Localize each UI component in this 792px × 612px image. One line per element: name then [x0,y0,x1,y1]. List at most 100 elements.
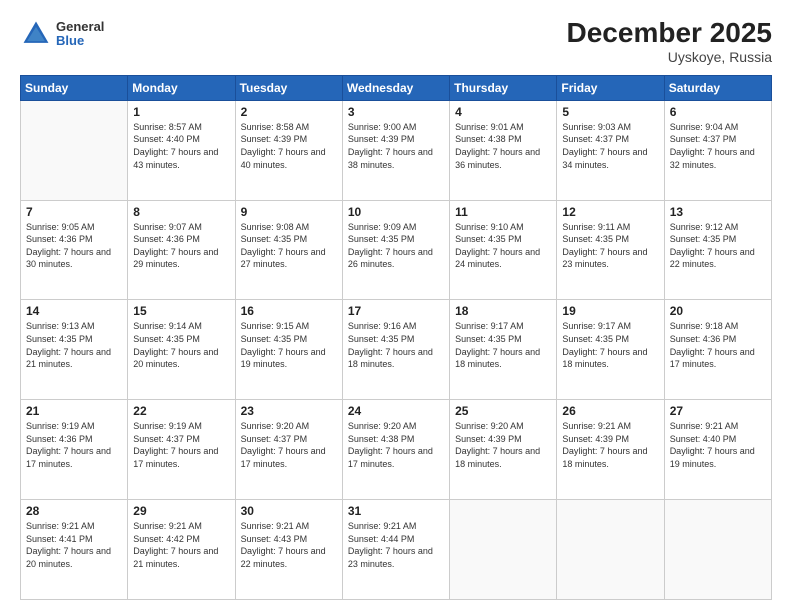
day-number: 16 [241,304,337,318]
calendar-cell [664,500,771,600]
calendar-week-row: 28 Sunrise: 9:21 AM Sunset: 4:41 PM Dayl… [21,500,772,600]
calendar-cell: 14 Sunrise: 9:13 AM Sunset: 4:35 PM Dayl… [21,300,128,400]
day-info: Sunrise: 9:00 AM Sunset: 4:39 PM Dayligh… [348,121,444,171]
calendar-cell: 17 Sunrise: 9:16 AM Sunset: 4:35 PM Dayl… [342,300,449,400]
day-info: Sunrise: 9:11 AM Sunset: 4:35 PM Dayligh… [562,221,658,271]
day-info: Sunrise: 9:18 AM Sunset: 4:36 PM Dayligh… [670,320,766,370]
weekday-header-row: SundayMondayTuesdayWednesdayThursdayFrid… [21,75,772,100]
day-info: Sunrise: 9:17 AM Sunset: 4:35 PM Dayligh… [455,320,551,370]
calendar-cell: 10 Sunrise: 9:09 AM Sunset: 4:35 PM Dayl… [342,200,449,300]
day-info: Sunrise: 9:14 AM Sunset: 4:35 PM Dayligh… [133,320,229,370]
calendar-cell: 22 Sunrise: 9:19 AM Sunset: 4:37 PM Dayl… [128,400,235,500]
calendar-cell: 23 Sunrise: 9:20 AM Sunset: 4:37 PM Dayl… [235,400,342,500]
day-info: Sunrise: 9:21 AM Sunset: 4:39 PM Dayligh… [562,420,658,470]
weekday-header-saturday: Saturday [664,75,771,100]
calendar-cell: 16 Sunrise: 9:15 AM Sunset: 4:35 PM Dayl… [235,300,342,400]
page-subtitle: Uyskoye, Russia [567,49,772,65]
day-number: 6 [670,105,766,119]
day-info: Sunrise: 9:20 AM Sunset: 4:39 PM Dayligh… [455,420,551,470]
calendar-cell: 21 Sunrise: 9:19 AM Sunset: 4:36 PM Dayl… [21,400,128,500]
day-info: Sunrise: 9:20 AM Sunset: 4:38 PM Dayligh… [348,420,444,470]
calendar-cell: 11 Sunrise: 9:10 AM Sunset: 4:35 PM Dayl… [450,200,557,300]
day-number: 10 [348,205,444,219]
day-number: 7 [26,205,122,219]
calendar-cell: 5 Sunrise: 9:03 AM Sunset: 4:37 PM Dayli… [557,100,664,200]
day-number: 1 [133,105,229,119]
logo-general: General [56,20,104,34]
day-info: Sunrise: 9:21 AM Sunset: 4:42 PM Dayligh… [133,520,229,570]
calendar-cell: 4 Sunrise: 9:01 AM Sunset: 4:38 PM Dayli… [450,100,557,200]
logo-icon [20,18,52,50]
day-info: Sunrise: 9:05 AM Sunset: 4:36 PM Dayligh… [26,221,122,271]
calendar-week-row: 14 Sunrise: 9:13 AM Sunset: 4:35 PM Dayl… [21,300,772,400]
day-number: 15 [133,304,229,318]
day-number: 20 [670,304,766,318]
day-number: 31 [348,504,444,518]
calendar-cell [557,500,664,600]
day-number: 5 [562,105,658,119]
day-info: Sunrise: 9:17 AM Sunset: 4:35 PM Dayligh… [562,320,658,370]
day-info: Sunrise: 9:10 AM Sunset: 4:35 PM Dayligh… [455,221,551,271]
day-info: Sunrise: 9:04 AM Sunset: 4:37 PM Dayligh… [670,121,766,171]
day-number: 8 [133,205,229,219]
day-info: Sunrise: 9:08 AM Sunset: 4:35 PM Dayligh… [241,221,337,271]
day-number: 12 [562,205,658,219]
day-info: Sunrise: 9:03 AM Sunset: 4:37 PM Dayligh… [562,121,658,171]
calendar-table: SundayMondayTuesdayWednesdayThursdayFrid… [20,75,772,600]
calendar-cell: 8 Sunrise: 9:07 AM Sunset: 4:36 PM Dayli… [128,200,235,300]
day-number: 3 [348,105,444,119]
weekday-header-monday: Monday [128,75,235,100]
calendar-cell: 12 Sunrise: 9:11 AM Sunset: 4:35 PM Dayl… [557,200,664,300]
calendar-cell: 28 Sunrise: 9:21 AM Sunset: 4:41 PM Dayl… [21,500,128,600]
weekday-header-tuesday: Tuesday [235,75,342,100]
day-info: Sunrise: 9:19 AM Sunset: 4:37 PM Dayligh… [133,420,229,470]
logo: General Blue [20,18,104,50]
calendar-header: SundayMondayTuesdayWednesdayThursdayFrid… [21,75,772,100]
calendar-cell: 3 Sunrise: 9:00 AM Sunset: 4:39 PM Dayli… [342,100,449,200]
calendar-week-row: 1 Sunrise: 8:57 AM Sunset: 4:40 PM Dayli… [21,100,772,200]
calendar-cell: 20 Sunrise: 9:18 AM Sunset: 4:36 PM Dayl… [664,300,771,400]
day-info: Sunrise: 9:19 AM Sunset: 4:36 PM Dayligh… [26,420,122,470]
header: General Blue December 2025 Uyskoye, Russ… [20,18,772,65]
day-number: 13 [670,205,766,219]
day-info: Sunrise: 9:13 AM Sunset: 4:35 PM Dayligh… [26,320,122,370]
weekday-header-sunday: Sunday [21,75,128,100]
weekday-header-thursday: Thursday [450,75,557,100]
day-number: 18 [455,304,551,318]
day-info: Sunrise: 9:20 AM Sunset: 4:37 PM Dayligh… [241,420,337,470]
day-number: 29 [133,504,229,518]
day-number: 19 [562,304,658,318]
calendar-cell: 30 Sunrise: 9:21 AM Sunset: 4:43 PM Dayl… [235,500,342,600]
day-info: Sunrise: 9:21 AM Sunset: 4:41 PM Dayligh… [26,520,122,570]
day-info: Sunrise: 8:57 AM Sunset: 4:40 PM Dayligh… [133,121,229,171]
day-info: Sunrise: 9:16 AM Sunset: 4:35 PM Dayligh… [348,320,444,370]
logo-text: General Blue [56,20,104,49]
day-number: 17 [348,304,444,318]
day-number: 11 [455,205,551,219]
day-info: Sunrise: 8:58 AM Sunset: 4:39 PM Dayligh… [241,121,337,171]
calendar-cell: 2 Sunrise: 8:58 AM Sunset: 4:39 PM Dayli… [235,100,342,200]
day-number: 26 [562,404,658,418]
calendar-cell: 7 Sunrise: 9:05 AM Sunset: 4:36 PM Dayli… [21,200,128,300]
day-info: Sunrise: 9:01 AM Sunset: 4:38 PM Dayligh… [455,121,551,171]
calendar-cell: 24 Sunrise: 9:20 AM Sunset: 4:38 PM Dayl… [342,400,449,500]
calendar-body: 1 Sunrise: 8:57 AM Sunset: 4:40 PM Dayli… [21,100,772,599]
weekday-header-friday: Friday [557,75,664,100]
day-number: 9 [241,205,337,219]
day-number: 22 [133,404,229,418]
day-info: Sunrise: 9:09 AM Sunset: 4:35 PM Dayligh… [348,221,444,271]
calendar-cell: 25 Sunrise: 9:20 AM Sunset: 4:39 PM Dayl… [450,400,557,500]
day-number: 28 [26,504,122,518]
day-info: Sunrise: 9:21 AM Sunset: 4:44 PM Dayligh… [348,520,444,570]
calendar-cell: 15 Sunrise: 9:14 AM Sunset: 4:35 PM Dayl… [128,300,235,400]
calendar-cell: 31 Sunrise: 9:21 AM Sunset: 4:44 PM Dayl… [342,500,449,600]
day-number: 27 [670,404,766,418]
logo-blue: Blue [56,34,104,48]
calendar-cell: 27 Sunrise: 9:21 AM Sunset: 4:40 PM Dayl… [664,400,771,500]
calendar-cell: 1 Sunrise: 8:57 AM Sunset: 4:40 PM Dayli… [128,100,235,200]
calendar-cell: 29 Sunrise: 9:21 AM Sunset: 4:42 PM Dayl… [128,500,235,600]
weekday-header-wednesday: Wednesday [342,75,449,100]
day-number: 23 [241,404,337,418]
page: General Blue December 2025 Uyskoye, Russ… [0,0,792,612]
page-title: December 2025 [567,18,772,49]
